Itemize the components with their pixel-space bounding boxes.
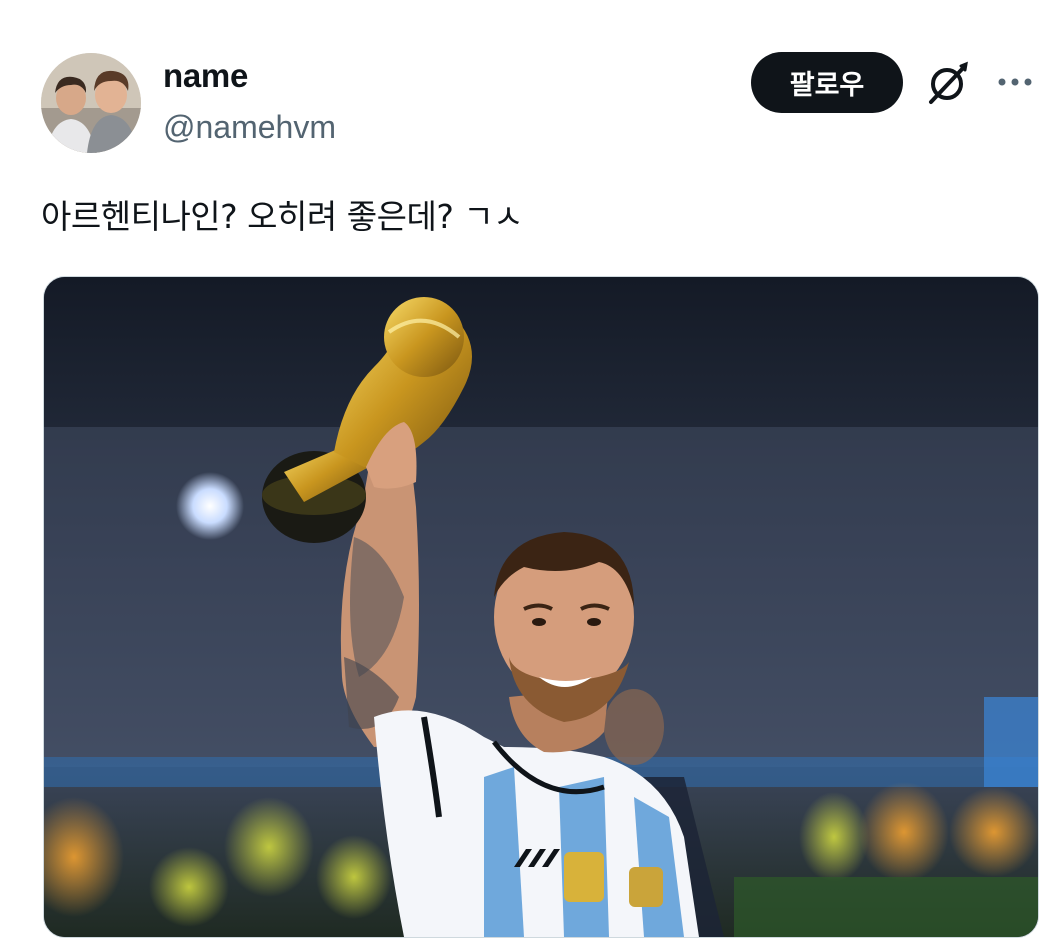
avatar-photo-icon (41, 53, 141, 153)
more-options-icon[interactable] (996, 70, 1036, 94)
tweet-card: name @namehvm 팔로우 아르헨티나인? 오히려 좋은데? ㄱㅅ (0, 0, 1054, 938)
follow-button[interactable]: 팔로우 (751, 52, 903, 113)
author-avatar[interactable] (41, 53, 141, 153)
post-text: 아르헨티나인? 오히려 좋은데? ㄱㅅ (41, 197, 524, 236)
grok-icon[interactable] (925, 60, 971, 106)
post-media-photo[interactable] (43, 276, 1039, 938)
author-handle[interactable]: @namehvm (163, 109, 336, 146)
photo-image-icon (44, 277, 1038, 937)
author-display-name[interactable]: name (163, 57, 248, 95)
